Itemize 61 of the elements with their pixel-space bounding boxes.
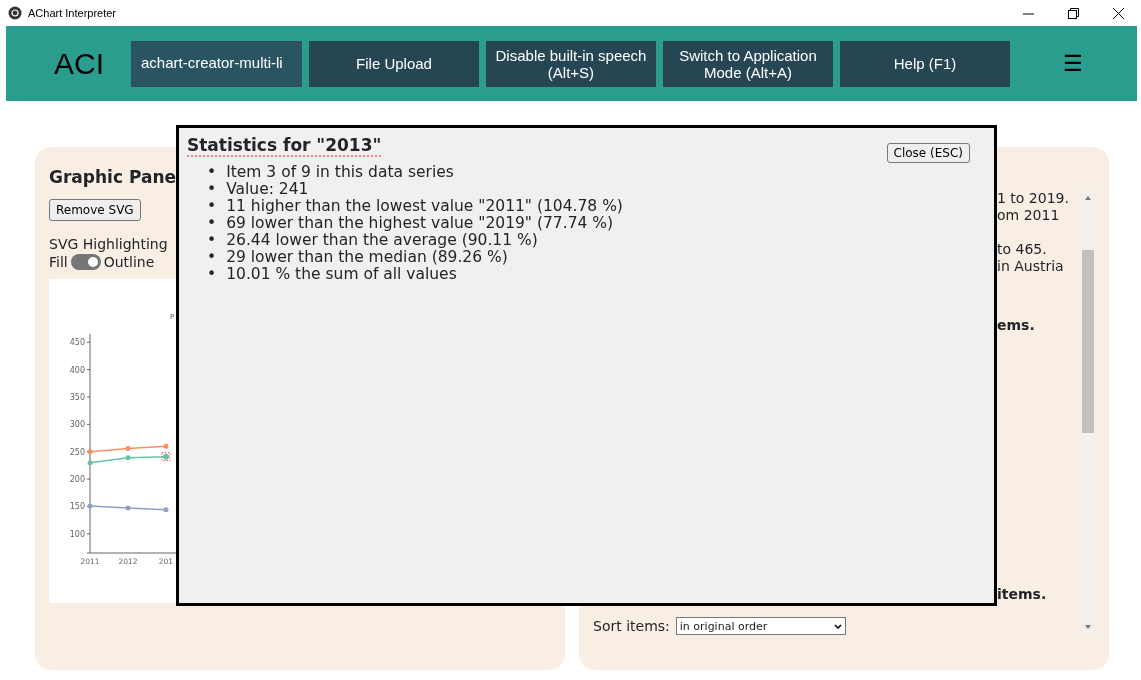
- list-bullet: •: [207, 232, 217, 249]
- data-point[interactable]: [87, 502, 93, 508]
- data-point[interactable]: [87, 459, 93, 465]
- dialog-title: Statistics for "2013": [187, 135, 382, 157]
- statistic-item: 10.01 % the sum of all values: [226, 266, 457, 283]
- statistic-item: 69 lower than the highest value "2019" (77.74 %): [226, 215, 614, 232]
- panel-title: Graphic Pane: [49, 166, 176, 189]
- list-bullet: •: [207, 164, 217, 181]
- statistic-item: Item 3 of 9 in this data series: [226, 164, 454, 181]
- scrollbar[interactable]: [1081, 190, 1095, 635]
- scroll-thumb[interactable]: [1082, 250, 1094, 433]
- logo-text: ACI: [54, 46, 105, 82]
- data-point[interactable]: [87, 448, 93, 454]
- data-point[interactable]: [125, 454, 131, 460]
- statistic-item: Value: 241: [226, 181, 309, 198]
- data-point[interactable]: [163, 443, 169, 449]
- text-fragment: to 465.: [997, 241, 1048, 258]
- window-title: AChart Interpreter: [28, 5, 117, 21]
- statistic-item: 26.44 lower than the average (90.11 %): [226, 232, 538, 249]
- text-fragment: items.: [997, 586, 1048, 603]
- list-bullet: •: [207, 266, 217, 283]
- close-icon[interactable]: [1113, 7, 1124, 19]
- data-point[interactable]: [125, 445, 131, 451]
- outline-label: Outline: [103, 253, 155, 270]
- list-bullet: •: [207, 215, 217, 232]
- sort-label: Sort items:: [593, 617, 670, 635]
- toggle-switch[interactable]: [70, 253, 101, 270]
- speech-button[interactable]: Disable built-in speech (Alt+S): [486, 40, 656, 87]
- highlighting-label: SVG Highlighting: [49, 234, 168, 253]
- mode-button[interactable]: Switch to Application Mode (Alt+A): [663, 40, 833, 87]
- y-tick-label: 150: [69, 501, 85, 511]
- list-bullet: •: [207, 198, 217, 215]
- chart-select[interactable]: achart-creator-multi-li: [131, 40, 302, 87]
- list-bullet: •: [207, 249, 217, 266]
- text-fragment: 1 to 2019.: [997, 190, 1070, 207]
- scroll-up-icon[interactable]: [1085, 196, 1091, 200]
- y-tick-label: 350: [69, 392, 85, 402]
- app-icon: [8, 6, 22, 20]
- menu-button[interactable]: ☰: [1057, 46, 1089, 81]
- y-tick-label: 400: [69, 365, 85, 375]
- y-tick-label: 250: [69, 447, 85, 457]
- y-tick-label: 450: [69, 337, 85, 347]
- scroll-down-icon[interactable]: [1085, 625, 1091, 629]
- fill-label: Fill: [49, 253, 68, 270]
- restore-icon[interactable]: [1068, 7, 1079, 19]
- list-bullet: •: [207, 181, 217, 198]
- remove-svg-button[interactable]: Remove SVG: [49, 198, 141, 221]
- upload-button[interactable]: File Upload: [309, 40, 479, 87]
- y-tick-label: 200: [69, 474, 85, 484]
- y-tick-label: 100: [69, 529, 85, 539]
- help-button[interactable]: Help (F1): [840, 40, 1010, 87]
- text-fragment: ems.: [997, 317, 1036, 334]
- close-button[interactable]: Close (ESC): [886, 143, 970, 163]
- y-tick-label: 300: [69, 419, 85, 429]
- text-fragment: in Austria: [997, 258, 1065, 275]
- statistic-item: 29 lower than the median (89.26 %): [226, 249, 508, 266]
- data-point[interactable]: [163, 506, 169, 512]
- statistic-item: 11 higher than the lowest value "2011" (104.78 %): [226, 198, 623, 215]
- data-point[interactable]: [125, 505, 131, 511]
- text-fragment: om 2011: [997, 207, 1061, 224]
- sort-select[interactable]: in original order: [675, 617, 846, 635]
